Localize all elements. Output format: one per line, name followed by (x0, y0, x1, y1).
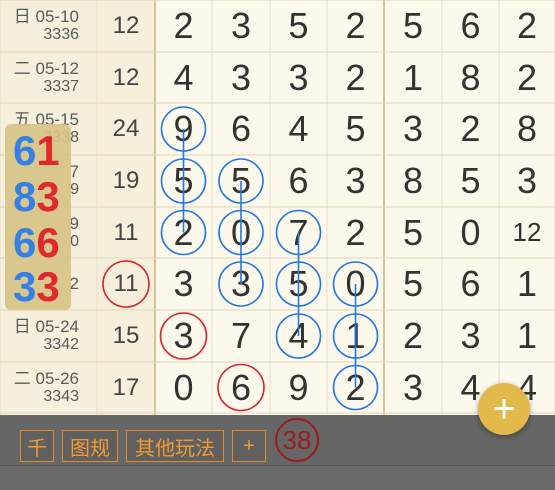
pair-digit-blue: 3 (13, 263, 37, 310)
pair-row-1: 61 (13, 128, 73, 174)
pair-row-4: 33 (13, 264, 73, 310)
highlight-pairs-panel: 61 83 66 33 (5, 124, 71, 310)
pair-digit-blue: 6 (13, 219, 37, 266)
pair-digit-blue: 8 (13, 173, 37, 220)
pair-digit-blue: 6 (13, 127, 37, 174)
pair-digit-red: 6 (36, 219, 60, 266)
count-badge: 38 (275, 418, 319, 462)
red-mark-circle (102, 260, 150, 308)
red-mark-circle (217, 363, 265, 412)
trend-marks (102, 106, 379, 412)
toolbar-lower-strip (0, 465, 555, 490)
pair-row-2: 83 (13, 174, 73, 220)
add-button[interactable]: + (232, 430, 266, 462)
pair-digit-red: 3 (36, 263, 60, 310)
tugui-button[interactable]: 图规 (62, 430, 118, 462)
fab-plus-button[interactable]: + (478, 383, 530, 435)
red-mark-circle (159, 312, 208, 360)
pair-digit-red: 1 (36, 127, 60, 174)
lottery-trend-grid[interactable]: 日 05-10 3336 12 2 3 5 2 5 6 2 二 05-12 3337 12 4 3 3 2 1 8 2… (0, 0, 555, 456)
qian-button[interactable]: 千 (20, 430, 54, 462)
pair-row-3: 66 (13, 220, 73, 266)
other-modes-button[interactable]: 其他玩法 (126, 430, 224, 462)
pair-digit-red: 3 (36, 173, 60, 220)
